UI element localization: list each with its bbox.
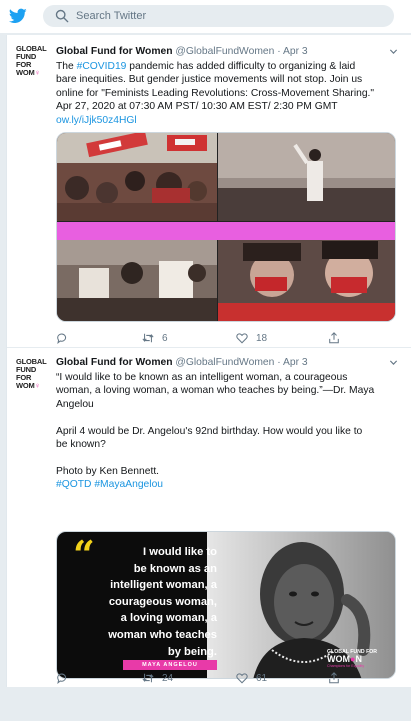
top-bar <box>0 0 411 33</box>
tweet-actions: 6 18 <box>56 330 396 346</box>
retweet-button[interactable]: 6 <box>142 330 168 346</box>
protest-photo-collage <box>57 133 395 321</box>
tweet-date[interactable]: Apr 3 <box>283 46 308 57</box>
retweet-button[interactable]: 24 <box>142 670 173 686</box>
reply-icon <box>57 333 67 344</box>
avatar[interactable]: GLOBAL FUND FOR WOM♀ <box>16 45 50 79</box>
tweet-text: “I would like to be known as an intellig… <box>56 371 398 492</box>
tweet-header: Global Fund for Women @GlobalFundWomen ·… <box>56 357 308 368</box>
timeline: GLOBAL FUND FOR WOM♀ Global Fund for Wom… <box>6 35 411 687</box>
url-link[interactable]: ow.ly/iJjk50z4HGl <box>56 114 398 127</box>
hashtag-link[interactable]: #COVID19 <box>77 61 127 72</box>
reply-button[interactable] <box>56 330 76 346</box>
author-handle[interactable]: @GlobalFundWomen <box>175 46 274 57</box>
tweet-actions <box>56 705 396 721</box>
gfw-logo: GLOBAL FUND FOR WOM●N Champions for Equa… <box>327 649 378 668</box>
tweet-actions-2: 24 61 <box>56 670 396 686</box>
tweet-text: The #COVID19 pandemic has added difficul… <box>56 60 398 127</box>
like-count: 18 <box>256 332 268 344</box>
search-input[interactable] <box>76 5 376 27</box>
reply-button[interactable] <box>56 670 76 686</box>
retweet-count: 6 <box>162 332 168 344</box>
share-button[interactable] <box>328 330 348 346</box>
tweet[interactable]: GLOBAL FUND FOR WOM♀ Global Fund for Wom… <box>7 35 411 348</box>
share-icon <box>329 332 339 344</box>
retweet-icon <box>142 333 154 343</box>
tweet-photo-collage[interactable] <box>56 132 396 322</box>
quote-card-image[interactable]: “ I would like to be known as an intelli… <box>56 531 396 679</box>
twitter-bird-icon[interactable] <box>9 8 27 24</box>
hashtag-links[interactable]: #QOTD #MayaAngelou <box>56 478 398 491</box>
quote-text: I would like to be known as an intellige… <box>108 546 217 658</box>
like-count: 61 <box>256 672 268 684</box>
avatar[interactable]: GLOBAL FUND FOR WOM♀ <box>16 358 50 392</box>
share-button[interactable] <box>328 670 348 686</box>
tweet-header: Global Fund for Women @GlobalFundWomen ·… <box>56 46 308 57</box>
reply-icon <box>57 673 67 684</box>
search-box[interactable] <box>43 5 394 27</box>
retweet-icon <box>142 673 154 683</box>
author-name[interactable]: Global Fund for Women <box>56 46 173 57</box>
author-name[interactable]: Global Fund for Women <box>56 357 173 368</box>
like-button[interactable]: 61 <box>236 670 267 686</box>
heart-icon <box>236 673 248 684</box>
search-icon <box>55 9 69 23</box>
like-button[interactable]: 18 <box>236 330 267 346</box>
tweet[interactable]: GLOBAL FUND FOR WOM♀ Global Fund for Wom… <box>7 349 411 687</box>
author-handle[interactable]: @GlobalFundWomen <box>175 357 274 368</box>
share-icon <box>329 672 339 684</box>
retweet-count: 24 <box>162 672 174 684</box>
quote-author-badge: MAYA ANGELOU <box>123 660 217 670</box>
chevron-down-icon[interactable] <box>389 358 398 367</box>
heart-icon <box>236 333 248 344</box>
chevron-down-icon[interactable] <box>389 47 398 56</box>
tweet-date[interactable]: Apr 3 <box>283 357 308 368</box>
